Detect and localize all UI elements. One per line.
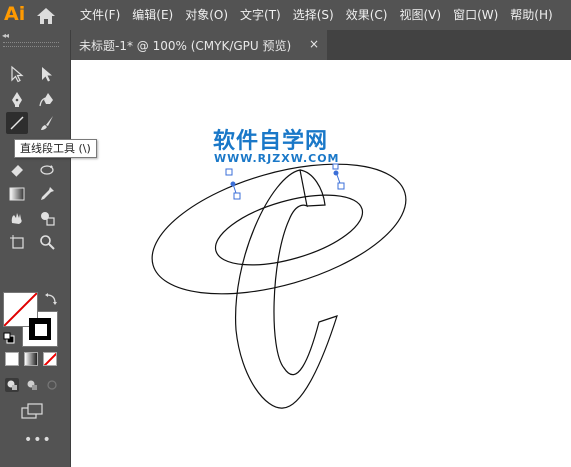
warp-tool[interactable]	[6, 207, 28, 229]
menu-file[interactable]: 文件(F)	[80, 0, 120, 30]
close-icon[interactable]: ×	[309, 37, 319, 51]
default-fill-stroke-icon[interactable]	[3, 332, 15, 344]
menu-select[interactable]: 选择(S)	[293, 0, 334, 30]
document-tab[interactable]: 未标题-1* @ 100% (CMYK/GPU 预览) ×	[71, 30, 327, 60]
eyedropper-icon	[41, 187, 54, 200]
gradient-icon	[9, 187, 25, 201]
selection-arrow-icon	[11, 65, 24, 83]
gradient-tool[interactable]	[6, 183, 28, 205]
app-logo: Ai	[4, 3, 26, 25]
gradient-mode-button[interactable]	[24, 352, 38, 366]
pen-tool[interactable]	[6, 88, 28, 110]
none-mode-button[interactable]	[43, 352, 57, 366]
draw-normal-icon[interactable]	[4, 377, 20, 393]
draw-behind-icon[interactable]	[24, 377, 40, 393]
eraser-icon	[10, 165, 23, 178]
menu-help[interactable]: 帮助(H)	[510, 0, 552, 30]
eraser-tool[interactable]	[6, 159, 28, 181]
tool-tooltip: 直线段工具 (\)	[14, 139, 97, 158]
eyedropper-tool[interactable]	[36, 183, 58, 205]
zoom-tool[interactable]	[36, 231, 58, 253]
panel-grip[interactable]	[3, 42, 59, 47]
draw-inside-icon[interactable]	[44, 377, 60, 393]
artwork	[138, 139, 421, 409]
shape-builder-icon	[41, 212, 55, 226]
color-mode-button[interactable]	[5, 352, 19, 366]
menu-window[interactable]: 窗口(W)	[453, 0, 498, 30]
edit-toolbar-button[interactable]: •••	[24, 432, 52, 448]
watermark-title: 软件自学网	[213, 129, 329, 154]
artboard-tool[interactable]	[6, 231, 28, 253]
selection-tool[interactable]	[6, 63, 28, 85]
watermark-url: WWW.RJZXW.COM	[214, 152, 340, 165]
rotate-tool[interactable]	[36, 159, 58, 181]
ring-outline[interactable]	[138, 139, 421, 319]
tools-panel: ◂◂ •••	[0, 30, 71, 467]
main-menu: 文件(F) 编辑(E) 对象(O) 文字(T) 选择(S) 效果(C) 视图(V…	[80, 0, 565, 30]
curvature-tool[interactable]	[36, 88, 58, 110]
menu-edit[interactable]: 编辑(E)	[132, 0, 173, 30]
line-segment-icon	[10, 116, 24, 130]
pen-nib-icon	[12, 92, 22, 107]
screen-mode-icon[interactable]	[20, 402, 44, 420]
direct-selection-tool[interactable]	[36, 63, 58, 85]
magnifier-icon	[40, 235, 55, 250]
rotate-icon	[40, 165, 54, 175]
menu-bar: Ai 文件(F) 编辑(E) 对象(O) 文字(T) 选择(S) 效果(C) 视…	[0, 0, 571, 30]
menu-view[interactable]: 视图(V)	[399, 0, 441, 30]
direct-selection-arrow-icon	[42, 67, 52, 82]
collapse-panel-button[interactable]: ◂◂	[2, 32, 9, 40]
artboard-canvas[interactable]: 软件自学网 WWW.RJZXW.COM	[71, 60, 571, 467]
artboard-icon	[10, 235, 24, 249]
stroke-inner-hole	[34, 323, 48, 337]
menu-type[interactable]: 文字(T)	[240, 0, 281, 30]
swap-fill-stroke-icon[interactable]	[44, 292, 58, 306]
menu-effect[interactable]: 效果(C)	[346, 0, 388, 30]
shape-builder-tool[interactable]	[36, 207, 58, 229]
home-icon[interactable]	[35, 6, 57, 26]
line-segment-tool[interactable]	[6, 112, 28, 134]
document-tab-bar: 未标题-1* @ 100% (CMYK/GPU 预览) ×	[71, 30, 571, 60]
paintbrush-icon	[41, 116, 53, 130]
curvature-pen-icon	[39, 93, 53, 107]
warp-hand-icon	[11, 213, 22, 224]
document-tab-title: 未标题-1* @ 100% (CMYK/GPU 预览)	[79, 38, 292, 53]
menu-object[interactable]: 对象(O)	[185, 0, 228, 30]
paintbrush-tool[interactable]	[36, 112, 58, 134]
